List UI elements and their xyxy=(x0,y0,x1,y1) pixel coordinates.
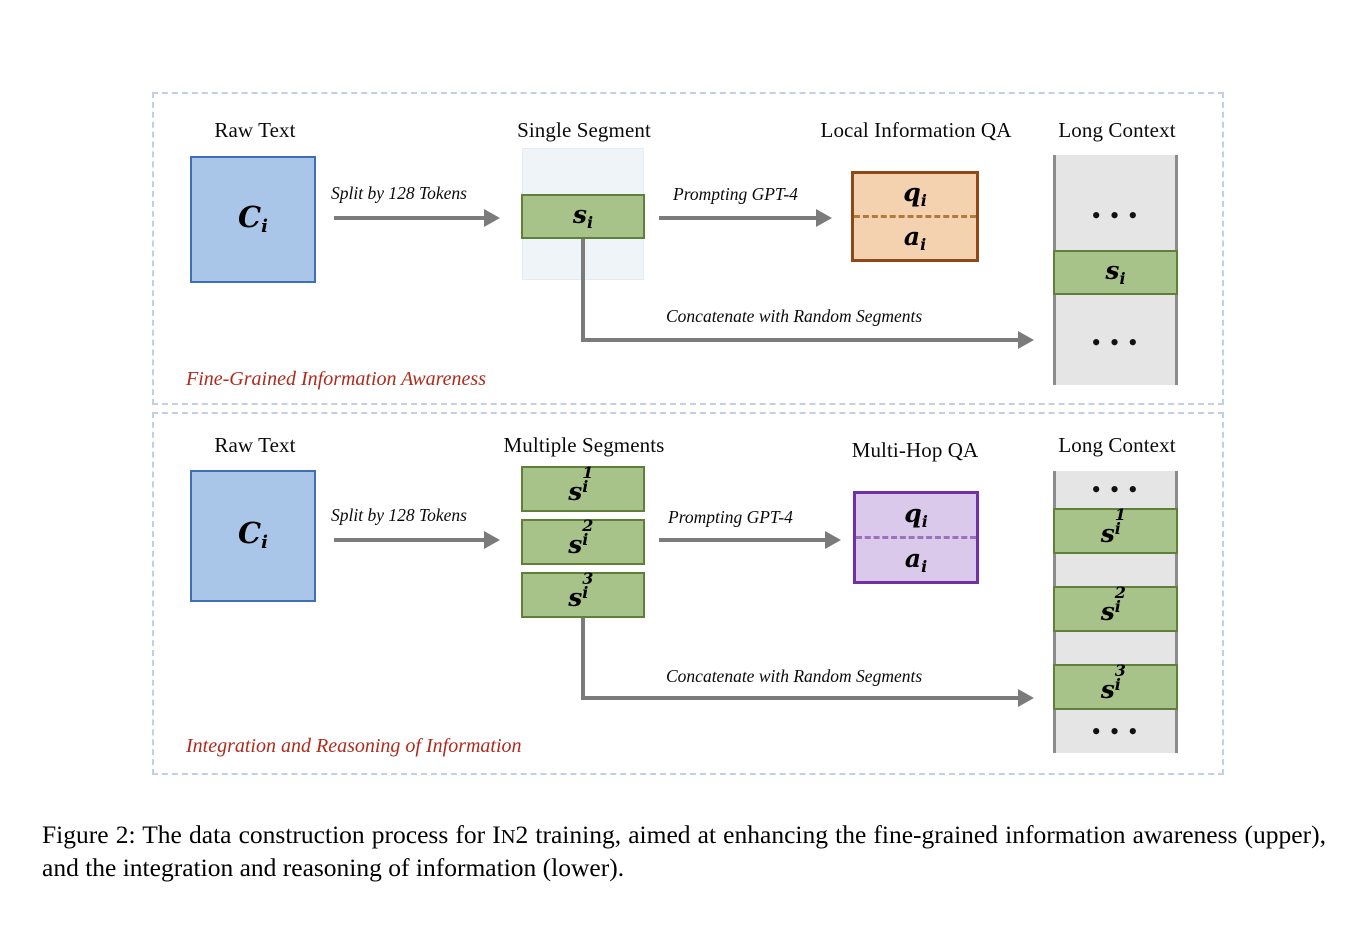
upper-arrow-prompt-head xyxy=(816,209,832,227)
lower-segment-box-3: s3i xyxy=(521,570,645,618)
upper-lc-segment-box: si xyxy=(1053,250,1178,295)
lower-qa-answer: ai xyxy=(904,543,928,576)
upper-col-title-long-context: Long Context xyxy=(1058,118,1176,142)
lower-col-title-multiple-segments: Multiple Segments xyxy=(503,433,665,457)
lower-col-title-raw-text: Raw Text xyxy=(214,433,296,457)
lower-elbow-vertical xyxy=(581,618,585,700)
upper-raw-text-box: Ci xyxy=(190,156,316,283)
lower-arrow-label-prompt: Prompting GPT-4 xyxy=(668,507,793,527)
lower-arrow-split-line xyxy=(334,538,484,542)
upper-lc-filler-bottom: • • • xyxy=(1091,328,1140,357)
lower-col-title-long-context: Long Context xyxy=(1058,433,1176,457)
figure-caption-smallcaps: N xyxy=(500,826,516,848)
lower-lc-dots-bottom: • • • xyxy=(1091,717,1140,746)
upper-arrow-split-head xyxy=(484,209,500,227)
upper-panel-caption: Fine-Grained Information Awareness xyxy=(186,368,486,390)
upper-arrow-label-prompt: Prompting GPT-4 xyxy=(673,184,798,204)
upper-elbow-vertical xyxy=(581,239,585,342)
upper-lc-filler-top: • • • xyxy=(1091,201,1140,230)
lower-segment-box-1: s1i xyxy=(521,464,645,512)
lower-qa-box: qi ai xyxy=(853,491,979,584)
upper-qa-answer: ai xyxy=(903,222,927,254)
lower-lc-segment-box-1: s1i xyxy=(1053,506,1178,554)
figure-caption-text-1: The data construction process for I xyxy=(135,820,501,849)
lower-arrow-prompt-line xyxy=(659,538,825,542)
upper-elbow-horizontal xyxy=(581,338,1018,342)
lower-raw-text-symbol: Ci xyxy=(238,516,268,554)
lower-arrow-prompt-head xyxy=(825,531,841,549)
lower-col-title-multihop-qa: Multi-Hop QA xyxy=(851,438,979,462)
upper-arrow-prompt-line xyxy=(659,216,816,220)
lower-arrow-label-split: Split by 128 Tokens xyxy=(331,505,467,525)
lower-lc-dots-top: • • • xyxy=(1091,475,1140,504)
upper-arrow-split-line xyxy=(334,216,484,220)
lower-qa-question: qi xyxy=(904,498,928,531)
upper-qa-box: qi ai xyxy=(851,171,979,262)
lower-elbow-horizontal xyxy=(581,696,1018,700)
upper-arrow-label-concat: Concatenate with Random Segments xyxy=(666,306,923,326)
lower-segment-box-2: s2i xyxy=(521,517,645,565)
upper-lc-segment-symbol: si xyxy=(1105,256,1126,288)
upper-arrow-label-split: Split by 128 Tokens xyxy=(331,183,467,203)
upper-elbow-head xyxy=(1018,331,1034,349)
upper-col-title-local-qa: Local Information QA xyxy=(820,118,1012,142)
upper-qa-question: qi xyxy=(903,178,927,210)
figure-caption-label: Figure 2: xyxy=(42,820,136,849)
upper-col-title-raw-text: Raw Text xyxy=(214,118,296,142)
upper-segment-box: si xyxy=(521,194,645,239)
lower-lc-segment-box-2: s2i xyxy=(1053,584,1178,632)
lower-arrow-label-concat: Concatenate with Random Segments xyxy=(666,666,923,686)
figure-caption: Figure 2: The data construction process … xyxy=(42,818,1326,884)
lower-panel-caption: Integration and Reasoning of Information xyxy=(186,735,522,757)
upper-segment-symbol: si xyxy=(572,200,594,232)
lower-lc-segment-box-3: s3i xyxy=(1053,662,1178,710)
lower-arrow-split-head xyxy=(484,531,500,549)
upper-col-title-single-segment: Single Segment xyxy=(517,118,651,142)
lower-raw-text-box: Ci xyxy=(190,470,316,602)
upper-raw-text-symbol: Ci xyxy=(238,199,268,238)
lower-elbow-head xyxy=(1018,689,1034,707)
figure-2-diagram: Raw Text Single Segment Local Informatio… xyxy=(0,0,1366,946)
